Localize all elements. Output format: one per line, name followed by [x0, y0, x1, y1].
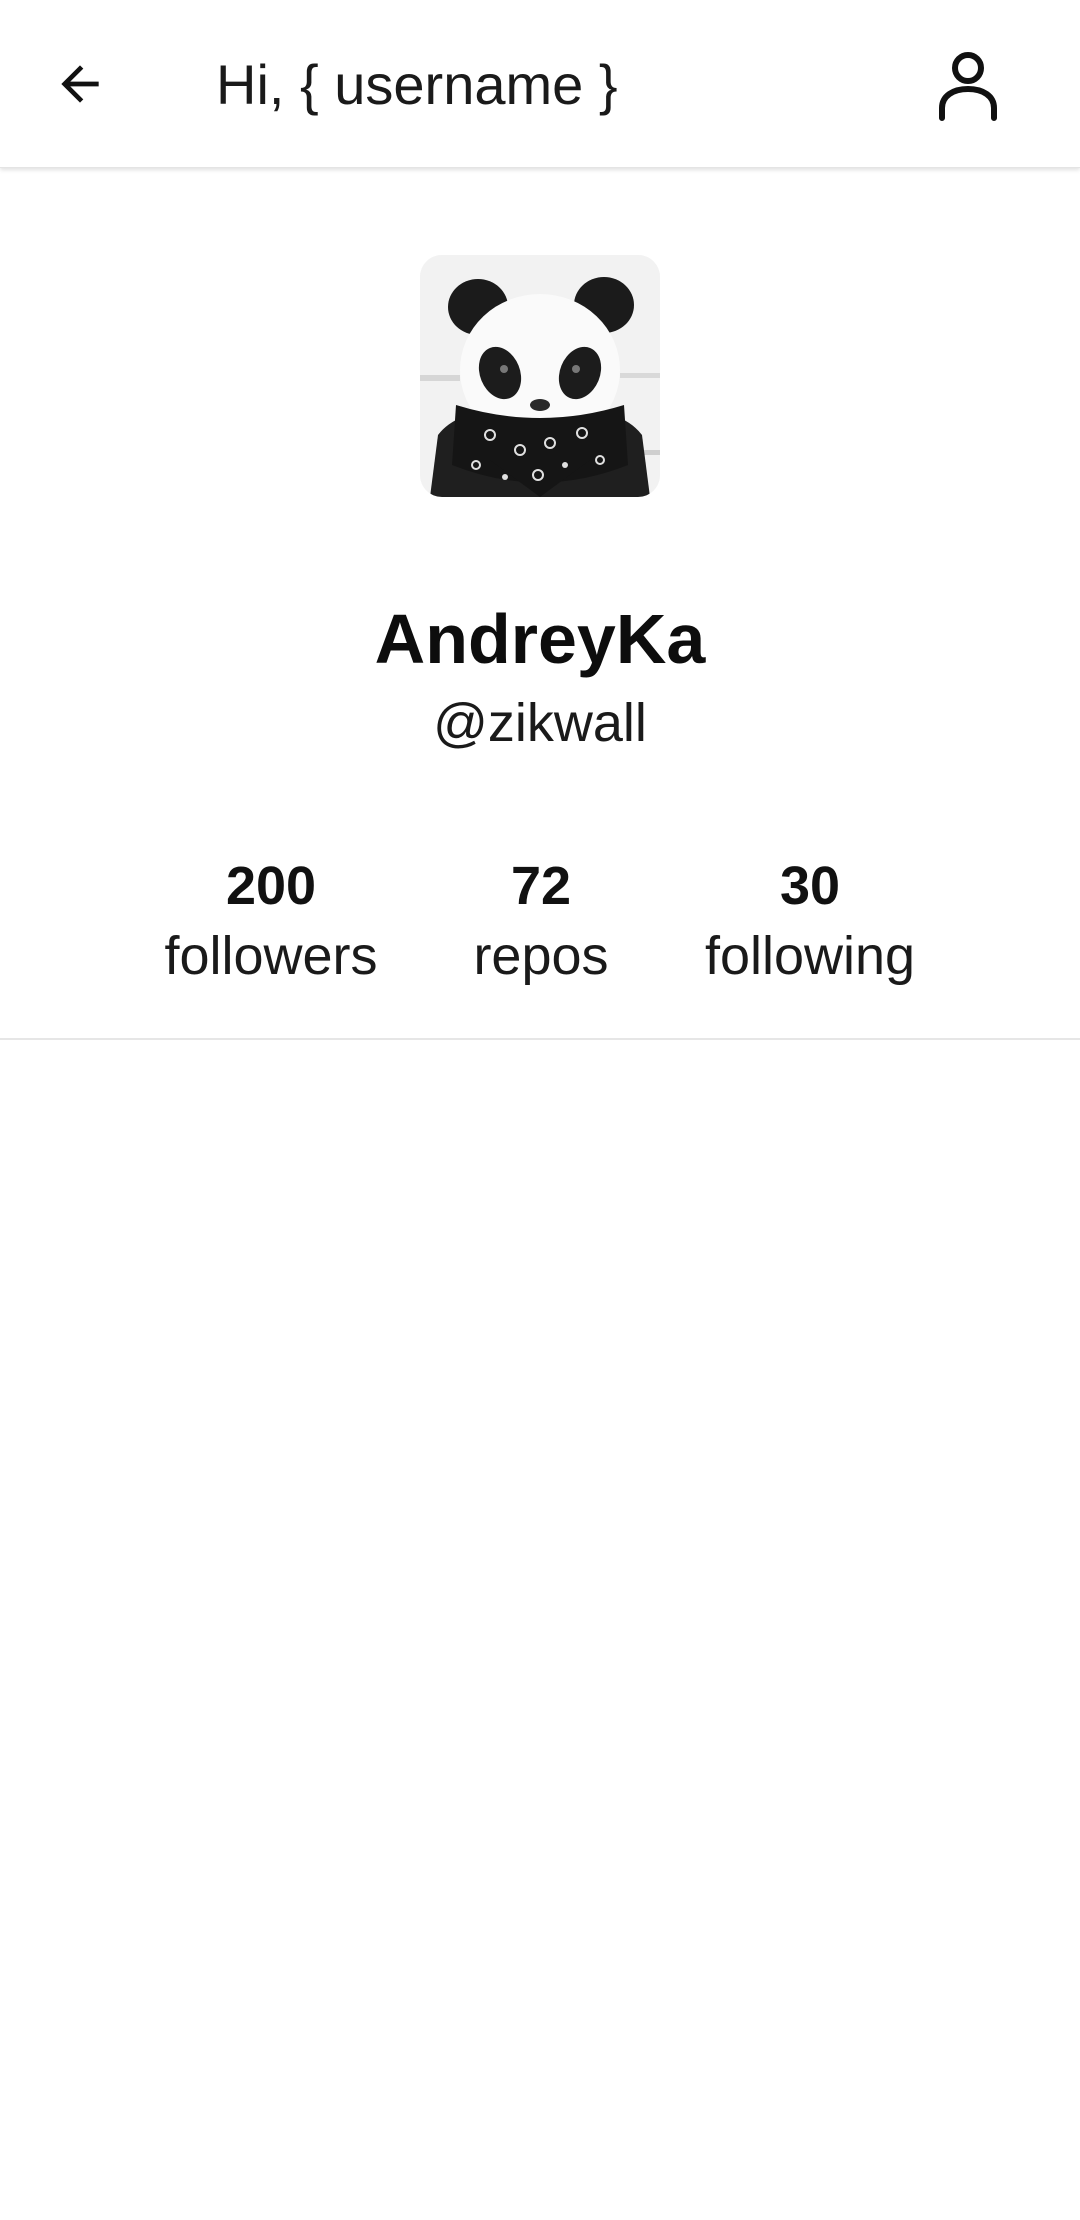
- repos-count: 72: [510, 856, 572, 916]
- top-app-bar: Hi, { username }: [0, 0, 1080, 168]
- divider: [0, 1038, 1080, 1040]
- avatar: [420, 255, 660, 497]
- followers-label: followers: [164, 926, 378, 986]
- app-bar-title: Hi, { username }: [216, 53, 618, 116]
- person-icon: [939, 52, 997, 121]
- stat-following[interactable]: 30 following: [680, 852, 940, 992]
- panda-avatar-image: [420, 255, 660, 497]
- back-button[interactable]: [40, 44, 120, 124]
- stat-repos[interactable]: 72 repos: [411, 852, 671, 992]
- following-count: 30: [779, 856, 841, 916]
- account-button[interactable]: [926, 44, 1010, 128]
- arrow-back-icon: [61, 65, 99, 103]
- followers-count: 200: [225, 856, 317, 916]
- following-label: following: [704, 926, 916, 986]
- repos-label: repos: [473, 926, 609, 986]
- stat-followers[interactable]: 200 followers: [141, 852, 401, 992]
- profile-name: AndreyKa: [374, 600, 706, 678]
- profile-handle: @zikwall: [433, 693, 647, 753]
